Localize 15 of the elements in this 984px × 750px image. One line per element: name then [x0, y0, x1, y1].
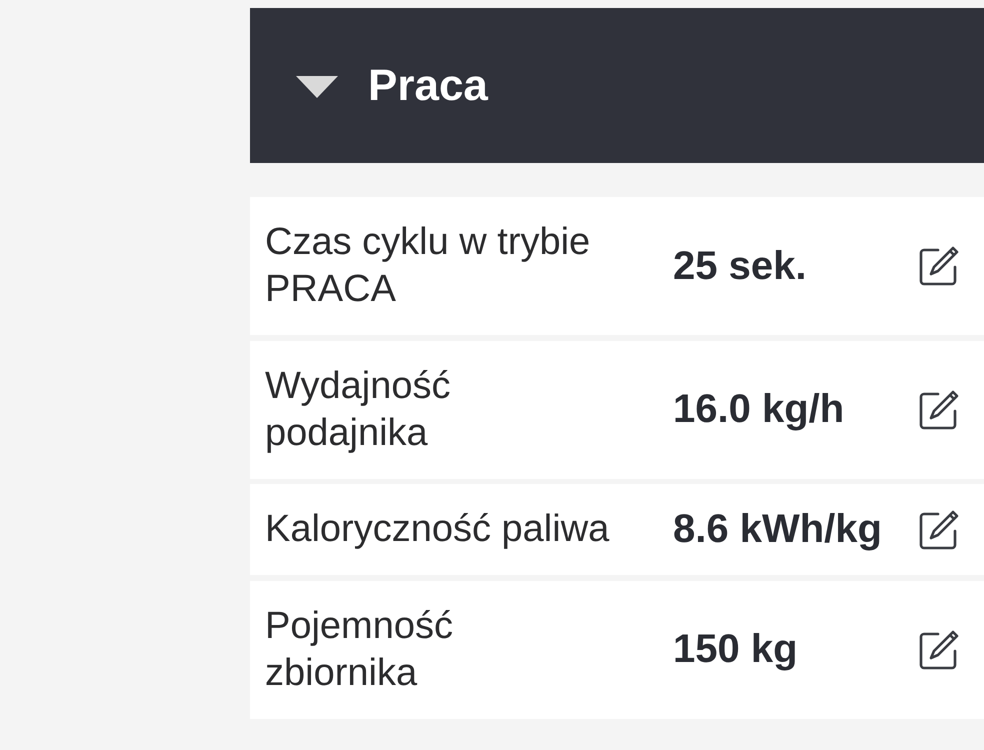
section-header[interactable]: Praca	[250, 8, 984, 163]
section-title: Praca	[368, 60, 488, 112]
edit-icon[interactable]	[918, 508, 960, 550]
edit-icon[interactable]	[918, 628, 960, 670]
setting-label: Wydajność podajnika	[265, 364, 452, 456]
setting-value: 25 sek.	[673, 242, 808, 290]
setting-label: Kaloryczność paliwa	[265, 507, 610, 552]
edit-icon[interactable]	[918, 245, 960, 287]
caret-icon[interactable]	[296, 76, 338, 98]
edit-icon[interactable]	[918, 388, 960, 430]
setting-value: 8.6 kWh/kg	[673, 506, 883, 553]
setting-value: 150 kg	[673, 626, 799, 673]
setting-label: Pojemność zbiornika	[265, 604, 454, 696]
setting-label: Czas cyklu w trybie PRACA	[265, 220, 592, 312]
setting-value: 16.0 kg/h	[673, 386, 846, 433]
